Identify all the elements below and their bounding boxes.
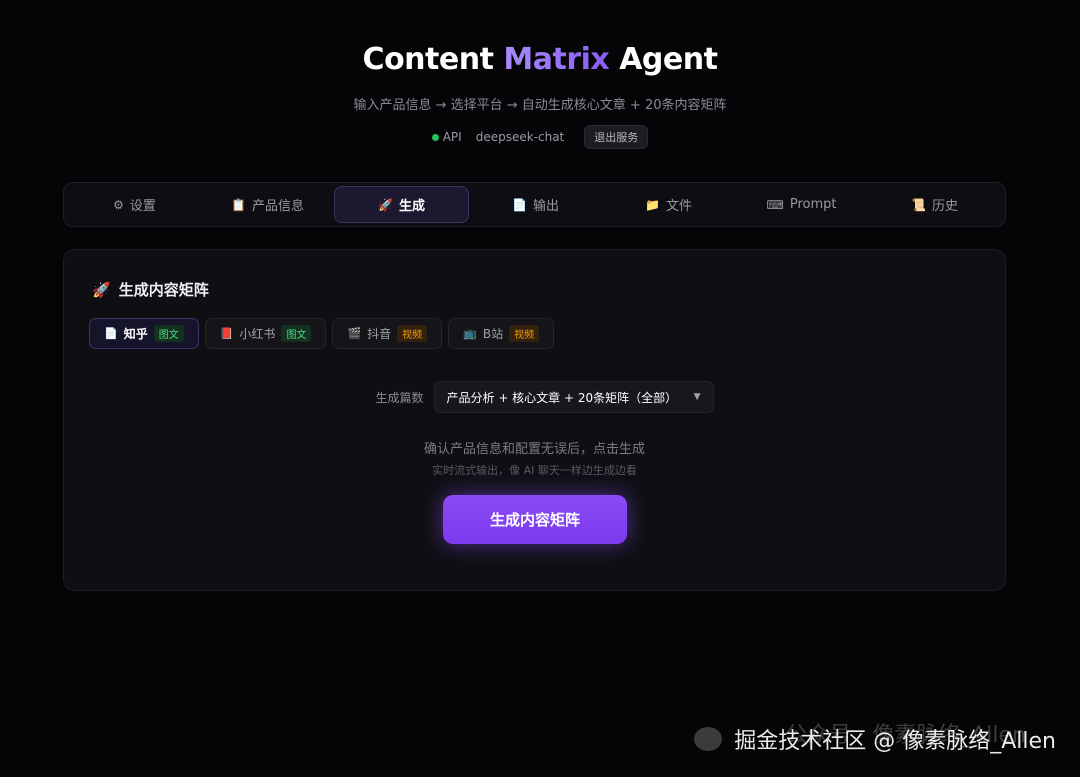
platform-zhihu[interactable]: 📄 知乎 图文 [89,318,199,349]
scroll-icon: 📜 [911,197,926,212]
wechat-icon [694,727,723,751]
page-subtitle: 输入产品信息 → 选择平台 → 自动生成核心文章 + 20条内容矩阵 [353,98,727,113]
platform-douyin[interactable]: 🎬 抖音 视频 [332,318,443,349]
platform-label: B站 [482,327,504,341]
app-header: Content Matrix Agent 输入产品信息 → 选择平台 → 自动生… [0,0,1080,149]
main-tabs: ⚙ 设置 📋 产品信息 🚀 生成 📄 输出 📁 文件 ⌨ Prompt 📜 历史 [63,182,1006,227]
tab-history[interactable]: 📜 历史 [868,186,1001,223]
tab-label: 生成 [398,199,425,214]
tab-label: 设置 [129,199,156,214]
tab-files[interactable]: 📁 文件 [602,186,735,223]
hint-text: 实时流式输出，像 AI 聊天一样边生成边看 [432,464,637,477]
generate-button[interactable]: 生成内容矩阵 [443,495,627,544]
gear-icon: ⚙ [113,197,124,212]
platform-badge: 图文 [153,325,184,342]
page-title: Content Matrix Agent [0,40,1080,80]
clipboard-icon: 📋 [231,197,246,212]
api-label: API [442,130,462,144]
tab-product-info[interactable]: 📋 产品信息 [201,186,334,223]
status-dot-icon [431,134,439,141]
keyboard-icon: ⌨ [766,197,784,212]
model-name: deepseek-chat [475,130,565,144]
document-icon: 📄 [512,197,527,212]
panel-title-text: 生成内容矩阵 [118,281,209,299]
count-select-value: 产品分析 + 核心文章 + 20条矩阵（全部） [446,390,678,405]
platform-badge: 图文 [281,325,312,342]
panel-title: 🚀 生成内容矩阵 [92,279,209,300]
api-status: API [431,130,462,144]
platform-badge: 视频 [397,325,428,342]
platform-bilibili[interactable]: 📺 B站 视频 [448,318,555,349]
status-bar: API deepseek-chat 退出服务 [0,125,1080,149]
generate-panel: 🚀 生成内容矩阵 📄 知乎 图文 📕 小红书 图文 🎬 抖音 视频 📺 B站 视… [63,249,1006,591]
platform-label: 抖音 [367,327,392,341]
watermark: 公众号 · 像素脉络_Allen 掘金技术社区 @ 像素脉络_Allen [694,723,1056,755]
platform-badge: 视频 [509,325,540,342]
tab-label: 历史 [931,199,958,214]
rocket-icon: 🚀 [378,197,393,212]
tab-output[interactable]: 📄 输出 [469,186,602,223]
platform-label: 知乎 [123,327,148,341]
tv-icon: 📺 [463,327,477,340]
tab-settings[interactable]: ⚙ 设置 [68,186,201,223]
title-suffix: Agent [609,42,718,77]
platform-xiaohongshu[interactable]: 📕 小红书 图文 [204,318,327,349]
document-icon: 📄 [104,327,118,340]
confirm-text: 确认产品信息和配置无误后，点击生成 [423,442,645,457]
count-label: 生成篇数 [375,390,424,405]
tab-label: Prompt [789,197,837,212]
title-accent: Matrix [503,42,610,77]
folder-icon: 📁 [645,197,660,212]
clapper-icon: 🎬 [347,327,362,340]
platform-label: 小红书 [239,327,276,341]
count-row: 生成篇数 产品分析 + 核心文章 + 20条矩阵（全部） ▼ [64,381,1005,413]
tab-prompt[interactable]: ⌨ Prompt [735,186,868,223]
rocket-icon: 🚀 [92,280,111,299]
tab-label: 产品信息 [251,199,304,214]
tab-label: 文件 [665,199,692,214]
tab-generate[interactable]: 🚀 生成 [334,186,469,223]
logout-button[interactable]: 退出服务 [584,125,649,149]
watermark-ghost: 公众号 · 像素脉络_Allen [785,723,1026,748]
red-book-icon: 📕 [219,327,234,340]
title-prefix: Content [362,42,504,77]
tab-label: 输出 [532,199,559,214]
caret-down-icon: ▼ [693,392,701,402]
count-select[interactable]: 产品分析 + 核心文章 + 20条矩阵（全部） ▼ [433,381,714,413]
platform-selector: 📄 知乎 图文 📕 小红书 图文 🎬 抖音 视频 📺 B站 视频 [89,318,555,349]
